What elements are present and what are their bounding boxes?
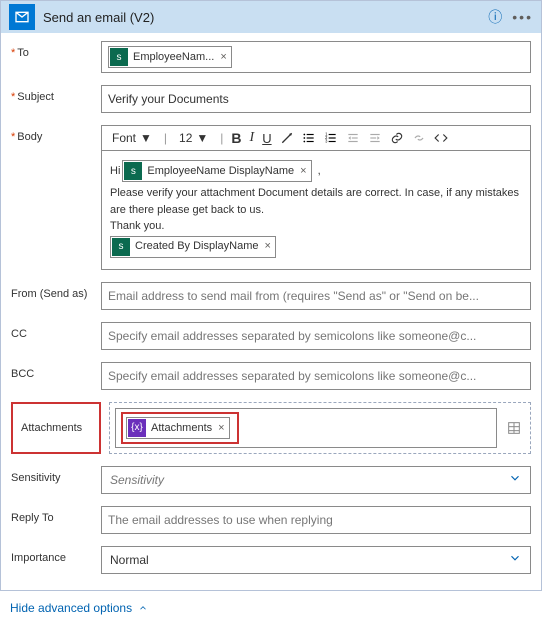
sharepoint-icon: s	[110, 48, 128, 66]
dynamic-token[interactable]: s Created By DisplayName ×	[110, 236, 276, 258]
card-header: Send an email (V2) ⓘ •••	[1, 1, 541, 33]
dynamic-token[interactable]: s EmployeeName DisplayName ×	[122, 160, 311, 182]
attachments-input[interactable]: {x} Attachments ×	[115, 408, 497, 448]
color-button[interactable]	[280, 131, 294, 145]
help-icon[interactable]: ⓘ	[488, 7, 502, 27]
more-menu-icon[interactable]: •••	[512, 9, 533, 25]
token-remove-icon[interactable]: ×	[265, 238, 271, 255]
switch-mode-icon[interactable]	[503, 420, 525, 436]
cc-input[interactable]: Specify email addresses separated by sem…	[101, 322, 531, 350]
from-label: From (Send as)	[11, 282, 101, 300]
sharepoint-icon: s	[124, 162, 142, 180]
number-list-button[interactable]: 123	[324, 131, 338, 145]
sharepoint-icon: s	[112, 238, 130, 256]
underline-button[interactable]: U	[262, 131, 271, 146]
bold-button[interactable]: B	[231, 130, 241, 146]
from-input[interactable]: Email address to send mail from (require…	[101, 282, 531, 310]
to-label: To	[11, 41, 101, 59]
sensitivity-select[interactable]: Sensitivity	[101, 466, 531, 494]
card-body: To s EmployeeNam... × Subject Verify you…	[1, 33, 541, 590]
sensitivity-label: Sensitivity	[11, 466, 101, 484]
subject-input[interactable]: Verify your Documents	[101, 85, 531, 113]
link-button[interactable]	[390, 131, 404, 145]
body-editor[interactable]: Hi s EmployeeName DisplayName × , Please…	[101, 151, 531, 270]
chevron-down-icon	[508, 471, 522, 488]
rich-text-toolbar: Font ▼ | 12 ▼ | B I U 123	[101, 125, 531, 151]
outdent-button[interactable]	[346, 131, 360, 145]
body-label: Body	[11, 125, 101, 143]
to-input[interactable]: s EmployeeNam... ×	[101, 41, 531, 73]
cc-label: CC	[11, 322, 101, 340]
font-select[interactable]: Font ▼	[108, 130, 156, 146]
token-remove-icon[interactable]: ×	[300, 163, 306, 180]
indent-button[interactable]	[368, 131, 382, 145]
italic-button[interactable]: I	[250, 130, 255, 146]
reply-to-label: Reply To	[11, 506, 101, 524]
chevron-up-icon	[138, 603, 148, 613]
bullet-list-button[interactable]	[302, 131, 316, 145]
bcc-input[interactable]: Specify email addresses separated by sem…	[101, 362, 531, 390]
hide-advanced-link[interactable]: Hide advanced options	[0, 591, 542, 625]
unlink-button[interactable]	[412, 131, 426, 145]
dynamic-token[interactable]: s EmployeeNam... ×	[108, 46, 232, 68]
svg-text:3: 3	[325, 139, 328, 144]
token-remove-icon[interactable]: ×	[218, 422, 224, 434]
bcc-label: BCC	[11, 362, 101, 380]
outlook-icon	[9, 4, 35, 30]
subject-label: Subject	[11, 85, 101, 103]
code-view-button[interactable]	[434, 131, 448, 145]
token-remove-icon[interactable]: ×	[220, 51, 226, 63]
size-select[interactable]: 12 ▼	[175, 130, 212, 146]
chevron-down-icon	[508, 551, 522, 568]
attachments-label: Attachments	[11, 402, 101, 454]
attachments-field: {x} Attachments ×	[109, 402, 531, 454]
email-action-card: Send an email (V2) ⓘ ••• To s EmployeeNa…	[0, 0, 542, 591]
importance-select[interactable]: Normal	[101, 546, 531, 574]
card-title: Send an email (V2)	[43, 10, 488, 25]
fx-icon: {x}	[128, 419, 146, 437]
dynamic-token[interactable]: {x} Attachments ×	[126, 417, 230, 439]
reply-to-input[interactable]: The email addresses to use when replying	[101, 506, 531, 534]
